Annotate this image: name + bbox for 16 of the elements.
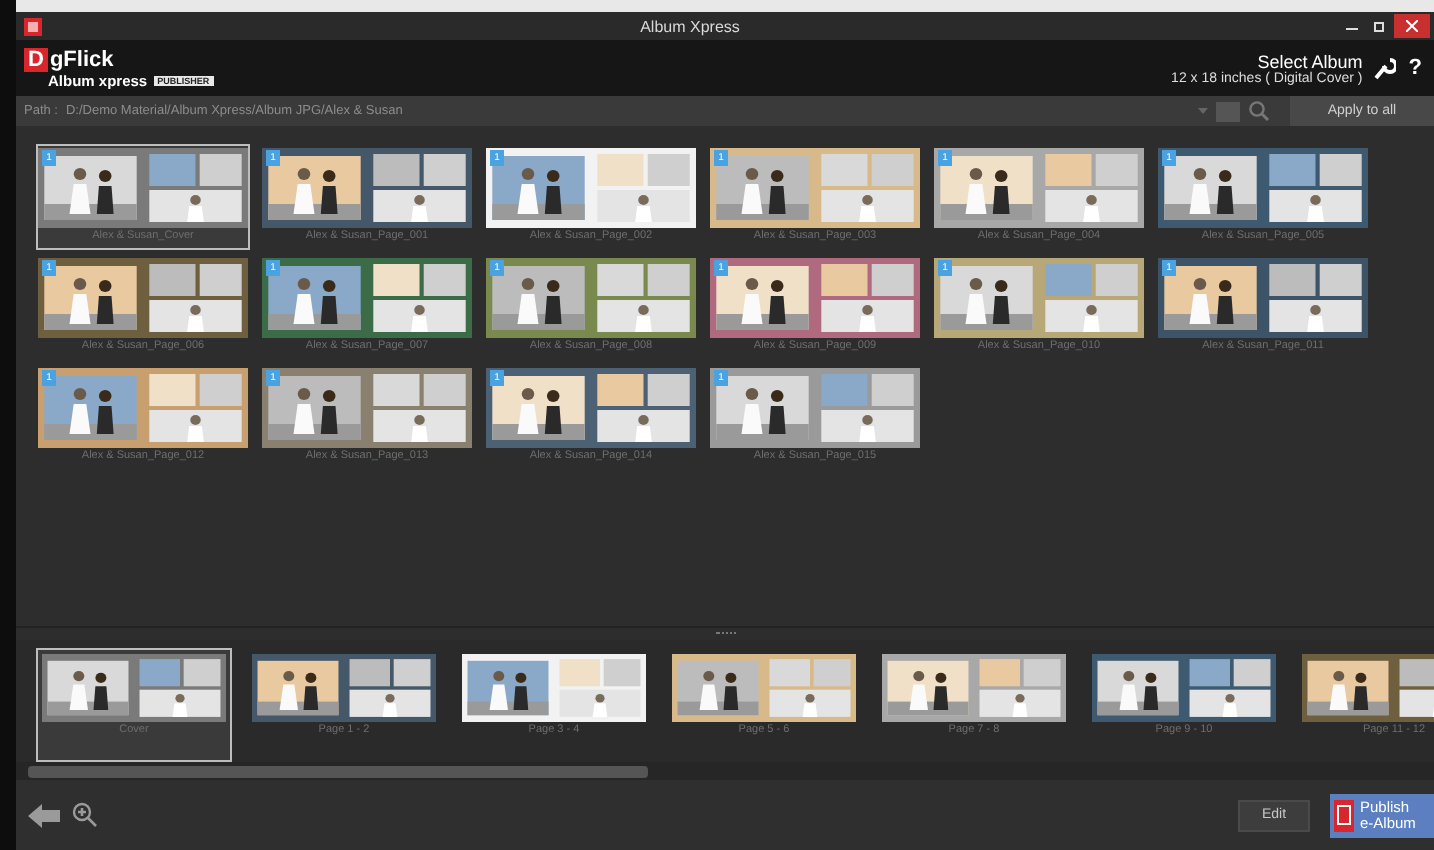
splitter-grip[interactable] xyxy=(715,631,735,637)
help-button[interactable]: ? xyxy=(1408,56,1422,80)
window-title: Album Xpress xyxy=(638,17,742,35)
logo-mark: D xyxy=(24,47,48,71)
back-arrow-icon[interactable] xyxy=(28,803,60,827)
zoom-in-icon[interactable] xyxy=(72,802,98,828)
scrollbar-thumb[interactable] xyxy=(28,765,648,777)
zoom-icon[interactable] xyxy=(1248,100,1270,122)
logo-text: gFlick xyxy=(49,47,114,71)
restore-icon xyxy=(1374,20,1386,32)
app-icon xyxy=(24,17,42,35)
close-icon xyxy=(1406,20,1418,32)
close-button[interactable] xyxy=(1394,14,1430,38)
phone-icon xyxy=(1334,799,1354,831)
settings-icon[interactable] xyxy=(1374,56,1397,80)
select-album-link[interactable]: Select Album xyxy=(1257,51,1363,71)
